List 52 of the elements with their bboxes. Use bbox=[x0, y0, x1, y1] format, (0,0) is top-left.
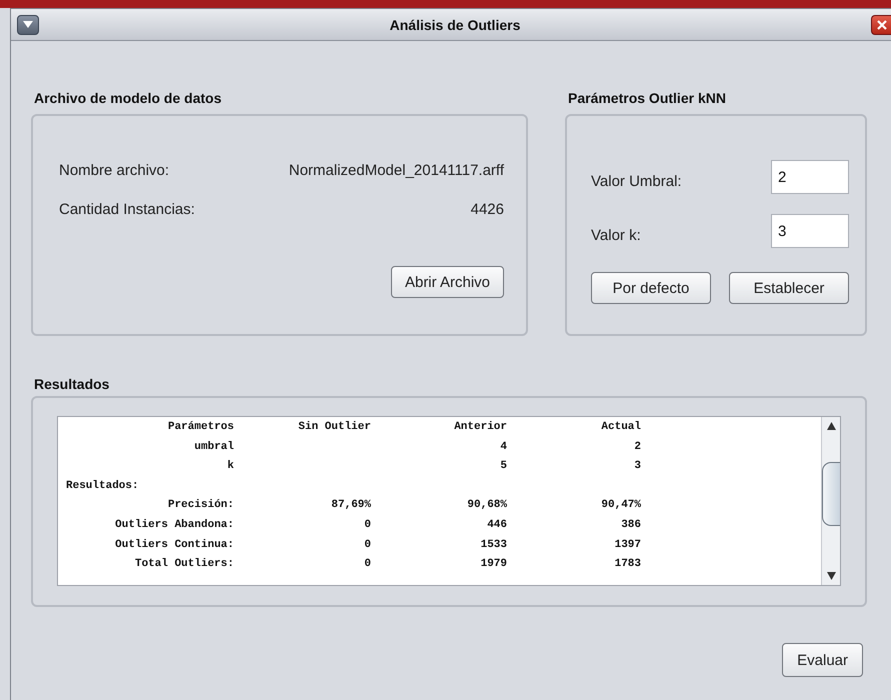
field-label: Valor Umbral: bbox=[591, 172, 682, 190]
field-label: Valor k: bbox=[591, 226, 641, 244]
scroll-up-icon[interactable] bbox=[826, 422, 836, 430]
evaluate-button[interactable]: Evaluar bbox=[782, 643, 863, 677]
panel-title: Archivo de modelo de datos bbox=[33, 90, 222, 106]
close-icon bbox=[876, 20, 886, 30]
table-cell-text: 446 bbox=[486, 518, 507, 533]
window-menu-button[interactable] bbox=[17, 14, 39, 34]
table-cell-text: 87,69% bbox=[330, 499, 371, 514]
table-cell-text: Precisión: bbox=[166, 499, 234, 514]
close-button[interactable] bbox=[871, 14, 891, 34]
table-cell-text: 386 bbox=[620, 518, 641, 533]
table-cell-text: umbral bbox=[193, 440, 234, 455]
table-cell-text: Actual bbox=[600, 421, 641, 435]
table-cell-text: k bbox=[226, 460, 234, 474]
set-button[interactable]: Establecer bbox=[729, 272, 849, 304]
panel-title: Resultados bbox=[33, 376, 110, 392]
table-cell-text: 4 bbox=[499, 440, 507, 455]
section-label: Resultados: bbox=[65, 480, 140, 494]
open-file-button[interactable]: Abrir Archivo bbox=[390, 266, 504, 298]
input-field[interactable]: 2 bbox=[771, 160, 849, 194]
field-label: Nombre archivo: bbox=[59, 162, 170, 179]
table-cell-text: 0 bbox=[363, 538, 371, 553]
table-cell-text: Parámetros bbox=[166, 421, 234, 435]
scroll-thumb[interactable] bbox=[822, 462, 840, 526]
table-cell-text: 2 bbox=[633, 440, 641, 455]
panel-title: Parámetros Outlier kNN bbox=[567, 90, 727, 106]
table-cell-text: 90,68% bbox=[466, 499, 507, 514]
field-label: Cantidad Instancias: bbox=[59, 201, 195, 218]
table-cell-text: Sin Outlier bbox=[297, 421, 371, 435]
results-text-area[interactable]: Parámetros Sin Outlier Anterior Actual umbral 4 2 k 5 3 Resultados: Precisión: 87,69% 90,68% 90,47% Outliers Abandona: 0 446 386 Outliers Continua: 0 1533 1397 Total Outliers: 0 1979 1783 bbox=[57, 416, 841, 586]
field-value: 4426 bbox=[470, 201, 504, 218]
table-cell-text: Outliers Abandona: bbox=[114, 518, 234, 533]
table-cell-text: 1533 bbox=[480, 538, 507, 553]
field-value: NormalizedModel_20141117.arff bbox=[288, 162, 504, 179]
table-cell-text: 0 bbox=[363, 558, 371, 572]
table-cell-text: 3 bbox=[633, 460, 641, 474]
table-cell-text: 1979 bbox=[480, 558, 507, 572]
table-cell-text: Total Outliers: bbox=[134, 558, 234, 572]
vertical-scrollbar[interactable] bbox=[821, 417, 840, 585]
table-cell-text: 90,47% bbox=[600, 499, 641, 514]
table-cell-text: 5 bbox=[499, 460, 507, 474]
scroll-down-icon[interactable] bbox=[826, 572, 836, 580]
input-field[interactable]: 3 bbox=[771, 214, 849, 248]
table-cell-text: Outliers Continua: bbox=[114, 538, 234, 553]
window-title: Análisis de Outliers bbox=[388, 16, 522, 32]
table-cell-text: 1783 bbox=[614, 558, 641, 572]
caret-icon bbox=[23, 21, 33, 28]
table-cell-text: Anterior bbox=[453, 421, 507, 435]
default-button[interactable]: Por defecto bbox=[591, 272, 711, 304]
table-cell-text: 0 bbox=[363, 518, 371, 533]
table-cell-text: 1397 bbox=[614, 538, 641, 553]
